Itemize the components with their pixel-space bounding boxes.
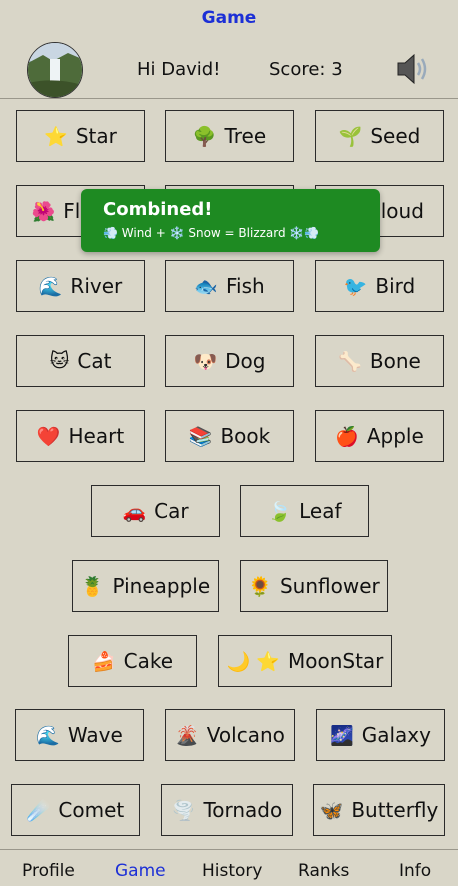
tile-emoji-icon: 🍎 [335,425,359,448]
tile-label: Book [220,424,271,448]
element-tile-apple[interactable]: 🍎 Apple [315,410,444,462]
combined-toast: Combined! 💨 Wind + ❄️ Snow = Blizzard ❄️… [81,189,380,252]
tile-emoji-icon: 🐱 [49,350,70,372]
tile-label: Volcano [206,723,285,747]
element-tile-cat[interactable]: 🐱 Cat [16,335,145,387]
tile-emoji-icon: 🌻 [248,575,272,598]
element-tile-comet[interactable]: ☄️ Comet [11,784,140,836]
tile-emoji-icon: 🦴 [338,350,362,373]
element-tile-volcano[interactable]: 🌋 Volcano [165,709,295,761]
element-tile-tree[interactable]: 🌳 Tree [165,110,294,162]
header-divider [0,98,458,99]
element-tile-pineapple[interactable]: 🍍 Pineapple [72,560,219,612]
page-title: Game [201,8,257,28]
tile-label: Wave [67,723,123,747]
tile-label: Dog [225,349,266,373]
tile-emoji-icon: 🌋 [175,724,199,747]
tile-label: Sunflower [279,574,380,598]
tile-emoji-icon: 🐦 [343,275,368,298]
waterfall-photo-icon [28,43,82,97]
tile-emoji-icon: 🐶 [193,350,218,373]
element-tile-car[interactable]: 🚗 Car [91,485,220,537]
tile-emoji-icon: 🍍 [80,575,105,598]
tile-label: Heart [68,424,125,448]
tile-emoji-icon: 🌊 [38,275,63,298]
tile-label: Tree [224,124,267,148]
toast-message: 💨 Wind + ❄️ Snow = Blizzard ❄️💨 [103,226,320,240]
tile-emoji-icon: 🌺 [31,200,56,223]
element-tile-river[interactable]: 🌊 River [16,260,145,312]
tile-label: Galaxy [361,723,431,747]
tab-profile[interactable]: Profile [22,861,75,881]
element-tile-dog[interactable]: 🐶 Dog [165,335,294,387]
element-tile-sunflower[interactable]: 🌻 Sunflower [240,560,388,612]
tile-label: Cake [123,649,174,673]
tile-emoji-icon: 🌌 [330,724,354,747]
tile-emoji-icon: 🦋 [319,799,344,822]
toast-title: Combined! [103,199,213,220]
element-tile-fish[interactable]: 🐟 Fish [165,260,294,312]
element-tile-tornado[interactable]: 🌪️ Tornado [161,784,293,836]
tile-label: Cat [77,349,112,373]
tile-emoji-icon: 🌳 [192,125,217,148]
element-tile-wave[interactable]: 🌊 Wave [15,709,144,761]
tile-label: Fish [225,274,265,298]
element-tile-heart[interactable]: ❤️ Heart [16,410,145,462]
tile-label: River [70,274,123,298]
tab-info[interactable]: Info [399,861,431,881]
tile-label: Car [154,499,189,523]
element-tile-leaf[interactable]: 🍃 Leaf [240,485,369,537]
element-tile-bone[interactable]: 🦴 Bone [315,335,444,387]
tile-emoji-icon: 🌙 ⭐ [226,650,280,673]
element-tile-star[interactable]: ⭐ Star [16,110,145,162]
tile-label: Butterfly [351,798,439,822]
tile-emoji-icon: 📚 [188,425,213,448]
tab-game[interactable]: Game [115,861,166,881]
tile-label: Bone [369,349,421,373]
tile-emoji-icon: 🚗 [122,500,147,523]
tab-history[interactable]: History [202,861,262,881]
tile-emoji-icon: 🐟 [194,275,218,298]
tile-emoji-icon: 🌪️ [171,799,196,822]
tile-label: MoonStar [287,649,384,673]
tile-emoji-icon: 🍃 [267,500,292,523]
tile-label: Seed [370,124,421,148]
tile-label: Pineapple [112,574,211,598]
tile-emoji-icon: 🌱 [338,125,363,148]
avatar[interactable] [27,42,83,98]
tile-emoji-icon: ⭐ [44,125,68,148]
element-tile-butterfly[interactable]: 🦋 Butterfly [313,784,445,836]
element-tile-book[interactable]: 📚 Book [165,410,294,462]
tile-emoji-icon: 🍰 [91,650,116,673]
tile-label: Comet [58,798,125,822]
tab-bar: Profile Game History Ranks Info [0,850,458,886]
tab-ranks[interactable]: Ranks [298,861,349,881]
score-text: Score: 3 [269,59,343,80]
element-tile-seed[interactable]: 🌱 Seed [315,110,444,162]
header: Hi David! Score: 3 [0,40,458,98]
tile-label: Apple [366,424,424,448]
tile-emoji-icon: ☄️ [26,799,51,822]
element-tile-bird[interactable]: 🐦 Bird [315,260,444,312]
tile-label: Star [75,124,117,148]
element-tile-moonstar[interactable]: 🌙 ⭐ MoonStar [218,635,392,687]
tile-label: Leaf [299,499,342,523]
element-tile-galaxy[interactable]: 🌌 Galaxy [316,709,445,761]
tile-emoji-icon: ❤️ [36,425,61,448]
tile-label: Bird [375,274,416,298]
element-tile-cake[interactable]: 🍰 Cake [68,635,197,687]
speaker-icon[interactable] [394,52,432,86]
tile-emoji-icon: 🌊 [36,724,60,747]
greeting-text: Hi David! [137,59,221,80]
tile-label: Tornado [203,798,283,822]
